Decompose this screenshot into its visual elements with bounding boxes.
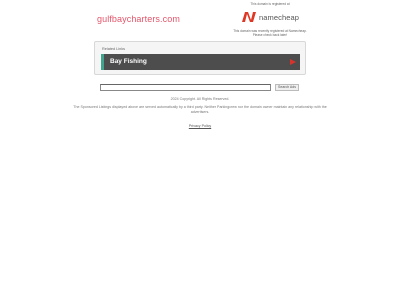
- namecheap-logo-icon: [241, 12, 256, 22]
- registrar-logo-text: namecheap: [258, 12, 300, 22]
- related-link-bay-fishing[interactable]: Bay Fishing: [101, 54, 300, 70]
- related-links-box: Related Links Bay Fishing: [94, 41, 306, 75]
- search-ads-button[interactable]: Search Ads: [275, 84, 299, 91]
- registrar-panel: This domain is registered at namecheap T…: [232, 2, 308, 37]
- copyright-text: 2024 Copyright. All Rights Reserved.: [170, 97, 230, 101]
- arrow-right-icon: [290, 59, 296, 65]
- related-links-label: Related Links: [102, 47, 126, 51]
- search-bar: Search Ads: [100, 84, 300, 92]
- footer: 2024 Copyright. All Rights Reserved. The…: [70, 97, 330, 132]
- privacy-policy-link[interactable]: Privacy Policy: [189, 124, 211, 128]
- registrar-logo[interactable]: namecheap: [232, 10, 308, 24]
- registered-note: This domain is registered at: [250, 2, 290, 6]
- parked-note: This domain was recently registered at N…: [233, 29, 307, 37]
- related-link-label: Bay Fishing: [110, 58, 147, 65]
- disclaimer-text: The Sponsored Listings displayed above a…: [73, 105, 327, 114]
- search-input[interactable]: [100, 84, 271, 91]
- domain-title[interactable]: gulfbaycharters.com: [97, 14, 180, 24]
